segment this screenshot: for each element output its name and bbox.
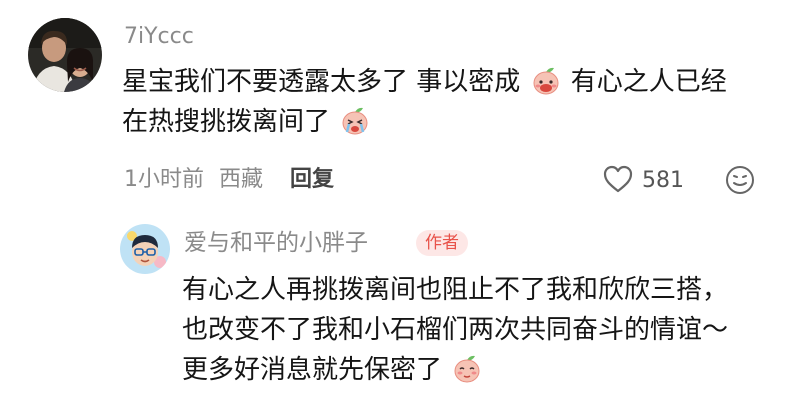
heart-icon [602,164,634,198]
comment-time: 1小时前 [124,167,204,192]
comment-text-line-1: 星宝我们不要透露太多了 事以密成 有心之人已经 [122,62,727,102]
comment-avatar[interactable] [28,18,102,92]
reply-text-line-1: 有心之人再挑拨离间也阻止不了我和欣欣三搭， [182,275,729,305]
reply-text: 有心之人再挑拨离间也阻止不了我和欣欣三搭， 也改变不了我和小石榴们两次共同奋斗的… [182,270,728,390]
comment-username[interactable]: 7iYccc [124,24,194,50]
reply-text-line-2: 也改变不了我和小石榴们两次共同奋斗的情谊～ [182,315,729,345]
comment-location: 西藏 [219,167,264,192]
peach-shy-emoji-icon [452,353,482,383]
peach-blush-emoji-icon [531,65,561,95]
peach-crying-emoji-icon [340,105,370,135]
comment-text-line-2: 在热搜挑拨离间了 [122,102,727,142]
author-badge: 作者 [416,230,468,256]
comment-text-segment: 在热搜挑拨离间了 [122,107,331,137]
emoji-reaction-icon[interactable] [724,164,756,200]
reply-avatar[interactable] [120,224,170,274]
reply-text-line-3: 更多好消息就先保密了 [182,350,728,390]
like-count: 581 [642,168,684,193]
reply-text-segment: 更多好消息就先保密了 [182,355,443,385]
reply-button[interactable]: 回复 [290,166,334,194]
reply-username[interactable]: 爱与和平的小胖子 [184,230,368,256]
like-button[interactable]: 581 [602,164,684,198]
comment-meta: 1小时前 西藏 [124,166,263,194]
comment-text-segment: 星宝我们不要透露太多了 事以密成 [122,67,521,97]
comment-text: 星宝我们不要透露太多了 事以密成 有心之人已经 在热搜挑拨离间了 [122,62,727,142]
comment-text-segment: 有心之人已经 [570,67,727,97]
comment-thread: 7iYccc 星宝我们不要透露太多了 事以密成 有心之人已经 在热搜挑拨离间了 [0,0,800,412]
